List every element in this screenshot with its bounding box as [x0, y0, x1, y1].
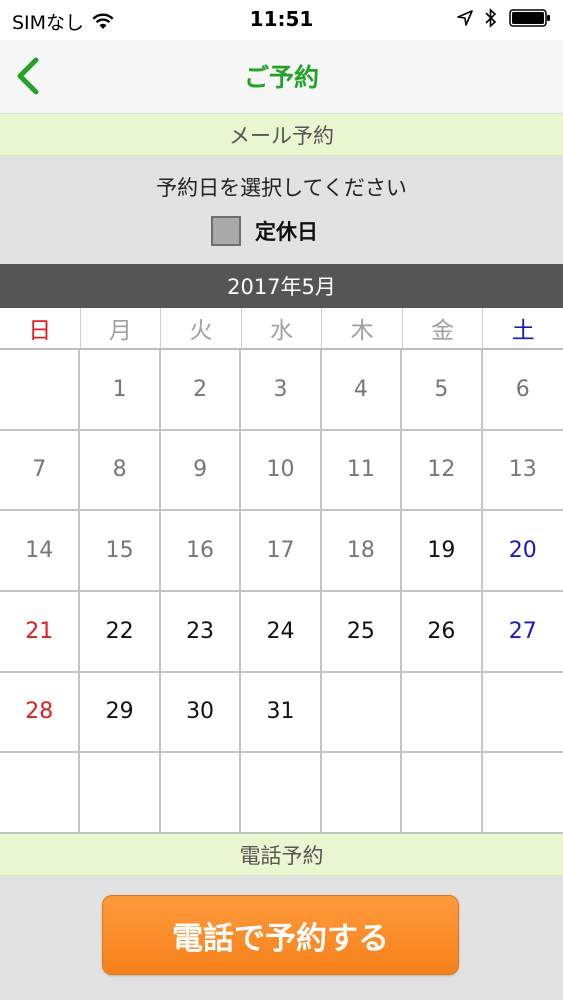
call-to-reserve-button[interactable]: 電話で予約する	[102, 895, 459, 975]
closed-day-swatch	[211, 216, 241, 246]
closed-day-legend: 定休日	[211, 216, 318, 246]
calendar-day-cell: 10	[241, 430, 322, 512]
calendar-day-cell[interactable]: 21	[0, 591, 81, 673]
location-arrow-icon	[457, 10, 473, 26]
weekday-thursday: 木	[322, 308, 403, 348]
calendar-day-cell: 5	[402, 350, 483, 431]
calendar-day-cell: 2	[160, 350, 242, 431]
calendar-day-cell[interactable]: 19	[402, 511, 483, 592]
phone-reservation-header: 電話予約	[0, 834, 563, 876]
calendar-day-cell	[160, 753, 242, 834]
calendar-day-cell[interactable]: 26	[402, 591, 483, 673]
calendar-day-cell[interactable]: 30	[160, 672, 242, 754]
calendar-day-cell[interactable]: 24	[241, 591, 322, 673]
calendar-day-cell: 12	[402, 430, 483, 512]
calendar-grid: 1 2 3 4 5 6 7 8 9 10 11 12 13 14 15 16 1…	[0, 350, 563, 834]
calendar-day-cell: 15	[80, 511, 161, 592]
calendar-day-cell: 4	[321, 350, 403, 431]
calendar-day-cell[interactable]: 29	[80, 672, 161, 754]
calendar-day-cell: 7	[0, 430, 81, 512]
calendar-day-cell: 16	[160, 511, 242, 592]
calendar-day-cell	[0, 753, 81, 834]
calendar-day-cell[interactable]: 22	[80, 591, 161, 673]
calendar-day-cell: 11	[321, 430, 403, 512]
phone-reservation-panel: 電話で予約する	[0, 876, 563, 1000]
status-icons	[457, 8, 551, 28]
calendar-day-cell	[241, 753, 322, 834]
weekday-saturday: 土	[511, 318, 535, 344]
mail-reservation-header: メール予約	[0, 114, 563, 156]
calendar-day-cell: 8	[80, 430, 161, 512]
calendar-day-cell[interactable]: 27	[482, 592, 563, 673]
calendar-day-cell[interactable]: 25	[321, 591, 403, 673]
calendar-day-cell: 13	[482, 431, 563, 512]
calendar-day-cell[interactable]: 31	[241, 672, 322, 754]
calendar-day-cell[interactable]: 23	[160, 591, 242, 673]
weekday-friday: 金	[403, 308, 484, 348]
weekday-tuesday: 火	[161, 308, 242, 348]
month-title: 2017年5月	[0, 264, 563, 308]
calendar-day-cell	[321, 672, 403, 754]
navigation-bar: ご予約	[0, 40, 563, 114]
status-bar: SIMなし 11:51	[0, 0, 563, 40]
calendar-day-cell: 9	[160, 430, 242, 512]
calendar-day-cell: 17	[241, 511, 322, 592]
calendar-day-cell	[482, 753, 563, 834]
weekday-monday: 月	[81, 308, 162, 348]
calendar-day-cell: 1	[80, 350, 161, 431]
calendar-day-cell	[482, 673, 563, 754]
weekday-wednesday: 水	[242, 308, 323, 348]
battery-icon	[509, 9, 550, 27]
calendar-day-cell: 3	[241, 350, 322, 431]
select-date-instruction: 予約日を選択してください	[156, 176, 407, 200]
calendar-day-cell: 6	[482, 350, 563, 431]
page-title: ご予約	[243, 63, 319, 92]
calendar-day-cell	[321, 753, 403, 834]
calendar-day-cell	[0, 350, 81, 431]
closed-day-label: 定休日	[255, 220, 318, 244]
bluetooth-icon	[485, 8, 497, 28]
calendar-day-cell[interactable]: 28	[0, 672, 81, 754]
calendar-day-cell[interactable]: 20	[482, 511, 563, 592]
calendar-day-cell	[80, 753, 161, 834]
calendar-day-cell: 18	[321, 511, 403, 592]
weekday-sunday: 日	[0, 308, 81, 348]
instruction-panel: 予約日を選択してください 定休日	[0, 156, 563, 264]
calendar-day-cell: 14	[0, 511, 81, 592]
calendar-day-cell	[402, 753, 483, 834]
weekday-header-row: 日 月 火 水 木 金 土	[0, 308, 563, 350]
calendar-day-cell	[402, 672, 483, 754]
